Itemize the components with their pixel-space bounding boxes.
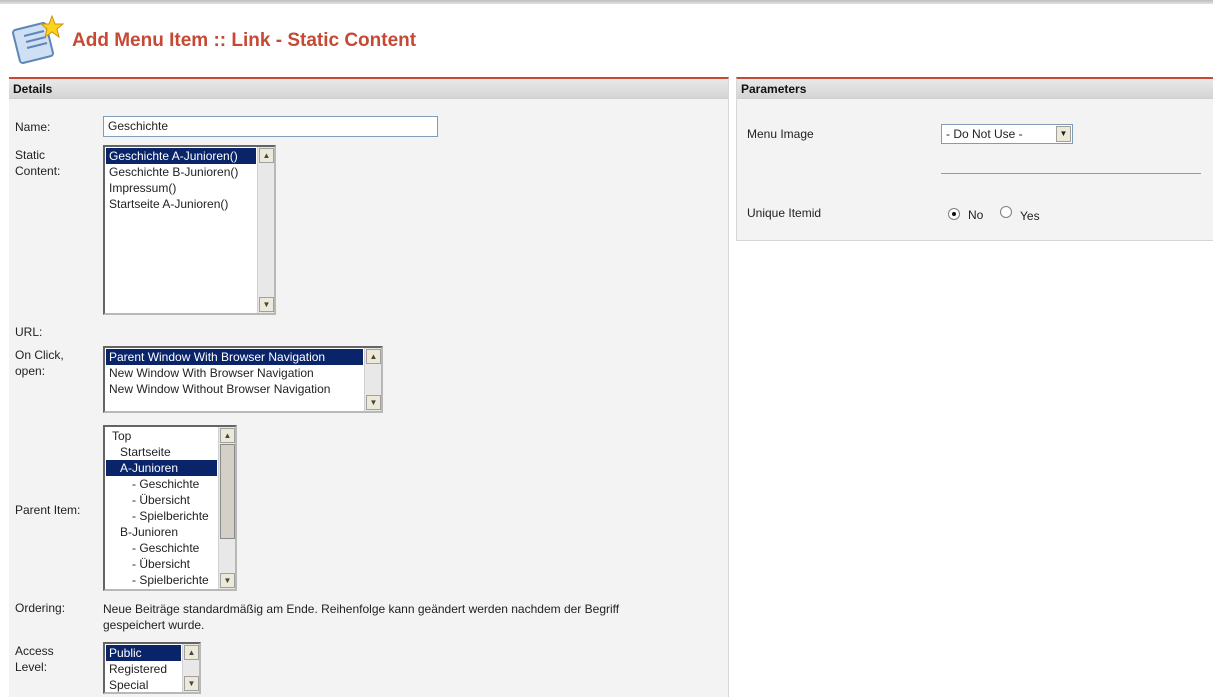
chevron-down-icon[interactable]: ▼ [1056, 126, 1071, 142]
ordering-text-line2: gespeichert wurde. [103, 618, 205, 632]
scroll-thumb[interactable] [220, 444, 235, 539]
scroll-up-icon[interactable]: ▲ [366, 349, 381, 364]
list-item[interactable]: - Übersicht [106, 556, 217, 572]
scroll-down-icon[interactable]: ▼ [220, 573, 235, 588]
unique-itemid-yes-label: Yes [1020, 209, 1040, 223]
access-level-listbox[interactable]: Public Registered Special ▲ ▼ [103, 642, 201, 694]
on-click-label-line2: open: [15, 364, 46, 378]
static-content-listbox[interactable]: Geschichte A-Junioren() Geschichte B-Jun… [103, 145, 276, 315]
scroll-down-icon[interactable]: ▼ [366, 395, 381, 410]
list-item[interactable]: Impressum() [106, 180, 256, 196]
unique-itemid-label: Unique Itemid [747, 206, 822, 220]
menu-image-value: - Do Not Use - [946, 127, 1023, 141]
list-item[interactable]: Startseite [106, 444, 217, 460]
list-item[interactable]: - Geschichte [106, 476, 217, 492]
access-level-label-line2: Level: [15, 660, 48, 674]
parent-item-listbox[interactable]: Top Startseite A-Junioren - Geschichte -… [103, 425, 237, 591]
list-item[interactable]: Top [106, 428, 217, 444]
ordering-label: Ordering: [15, 601, 66, 615]
scrollbar[interactable]: ▲ ▼ [182, 644, 199, 692]
list-item[interactable]: Geschichte B-Junioren() [106, 164, 256, 180]
list-item[interactable]: - Spielberichte [106, 508, 217, 524]
details-heading: Details [9, 79, 728, 99]
ordering-text-line1: Neue Beiträge standardmäßig am Ende. Rei… [103, 602, 620, 616]
list-item[interactable]: Public [106, 645, 181, 661]
url-label: URL: [15, 325, 43, 339]
scroll-up-icon[interactable]: ▲ [220, 428, 235, 443]
unique-itemid-no-radio[interactable] [948, 208, 960, 220]
name-label: Name: [15, 120, 51, 134]
list-item[interactable]: Parent Window With Browser Navigation [106, 349, 363, 365]
scrollbar[interactable]: ▲ ▼ [218, 427, 235, 589]
static-content-label-line2: Content: [15, 164, 61, 178]
list-item[interactable]: New Window With Browser Navigation [106, 365, 363, 381]
list-item[interactable]: - Spielberichte [106, 572, 217, 588]
parent-item-label: Parent Item: [15, 503, 81, 517]
unique-itemid-no-label: No [968, 208, 984, 222]
scroll-up-icon[interactable]: ▲ [259, 148, 274, 163]
list-item[interactable]: - Übersicht [106, 492, 217, 508]
on-click-label-line1: On Click, [15, 348, 64, 362]
scroll-up-icon[interactable]: ▲ [184, 645, 199, 660]
static-content-label-line1: Static [15, 148, 46, 162]
list-item[interactable]: B-Junioren [106, 524, 217, 540]
list-item[interactable]: New Window Without Browser Navigation [106, 381, 363, 397]
ordering-text: Neue Beiträge standardmäßig am Ende. Rei… [103, 601, 713, 633]
page-header: Add Menu Item :: Link - Static Content [0, 12, 1213, 72]
page-title: Add Menu Item :: Link - Static Content [72, 30, 417, 51]
menu-item-star-icon [12, 14, 65, 64]
list-item[interactable]: Registered [106, 661, 181, 677]
scrollbar[interactable]: ▲ ▼ [257, 147, 274, 313]
unique-itemid-yes-radio[interactable] [1000, 206, 1012, 218]
on-click-listbox[interactable]: Parent Window With Browser Navigation Ne… [103, 346, 383, 413]
list-item[interactable]: - Geschichte [106, 540, 217, 556]
scroll-down-icon[interactable]: ▼ [184, 676, 199, 691]
parameters-heading: Parameters [737, 79, 1213, 99]
list-item[interactable]: Geschichte A-Junioren() [106, 148, 256, 164]
top-border [0, 0, 1213, 4]
divider [941, 173, 1201, 174]
menu-image-label: Menu Image [747, 127, 814, 141]
scroll-down-icon[interactable]: ▼ [259, 297, 274, 312]
menu-image-select[interactable]: - Do Not Use - ▼ [941, 124, 1073, 144]
scrollbar[interactable]: ▲ ▼ [364, 348, 381, 411]
list-item[interactable]: Startseite A-Junioren() [106, 196, 256, 212]
list-item[interactable]: A-Junioren [106, 460, 217, 476]
access-level-label-line1: Access [15, 644, 54, 658]
name-field[interactable]: Geschichte [103, 116, 438, 137]
